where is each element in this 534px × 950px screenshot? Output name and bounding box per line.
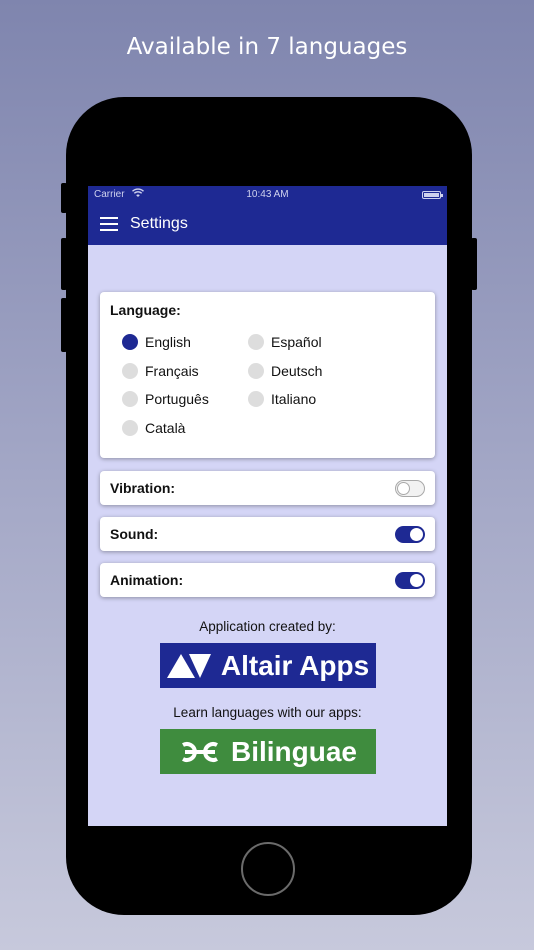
phone-volume-up [61,238,67,290]
sound-toggle[interactable] [395,526,425,543]
radio-unselected-icon [248,391,264,407]
app-screen: Carrier 10:43 AM Settings Language: Engl… [88,186,447,826]
altair-logo-text: Altair Apps [220,649,370,681]
altair-logo-icon [166,653,211,678]
page-title: Settings [130,215,188,232]
phone-volume-down [61,298,67,352]
home-button[interactable] [241,842,295,896]
phone-power-button [471,238,477,290]
radio-option-espanol[interactable]: Español [248,334,322,350]
battery-icon [422,191,443,199]
vibration-label: Vibration: [110,480,176,496]
nav-bar: Settings [88,203,447,245]
altair-apps-logo[interactable]: Altair Apps [160,643,376,688]
bilinguae-logo-icon [182,741,218,762]
animation-row: Animation: [100,563,435,597]
animation-label: Animation: [110,572,184,588]
status-time: 10:43 AM [246,189,289,200]
status-bar: Carrier 10:43 AM [88,186,447,203]
radio-unselected-icon [122,391,138,407]
phone-side-button [61,183,67,213]
radio-option-english[interactable]: English [122,334,191,350]
hamburger-menu-icon[interactable] [100,217,118,231]
radio-unselected-icon [248,363,264,379]
radio-label: Deutsch [271,363,323,379]
radio-label: English [145,334,191,350]
radio-option-italiano[interactable]: Italiano [248,391,316,407]
created-by-text: Application created by: [199,619,336,634]
vibration-toggle[interactable] [395,480,425,497]
radio-label: Português [145,391,209,407]
radio-unselected-icon [248,334,264,350]
radio-option-francais[interactable]: Français [122,363,199,379]
radio-option-catala[interactable]: Català [122,420,185,436]
radio-unselected-icon [122,420,138,436]
language-card: Language: English Español Français Deuts… [100,292,435,458]
sound-label: Sound: [110,526,159,542]
radio-option-deutsch[interactable]: Deutsch [248,363,322,379]
radio-label: Català [145,420,186,436]
headline: Available in 7 languages [126,34,408,60]
sound-row: Sound: [100,517,435,551]
radio-option-portugues[interactable]: Português [122,391,209,407]
vibration-row: Vibration: [100,471,435,505]
language-title: Language: [110,302,181,318]
learn-languages-text: Learn languages with our apps: [173,705,362,720]
radio-selected-icon [122,334,138,350]
radio-label: Español [271,334,322,350]
radio-label: Français [145,363,199,379]
bilinguae-logo-text: Bilinguae [230,735,357,767]
animation-toggle[interactable] [395,572,425,589]
radio-label: Italiano [271,391,317,407]
bilinguae-logo[interactable]: Bilinguae [160,729,376,774]
radio-unselected-icon [122,363,138,379]
